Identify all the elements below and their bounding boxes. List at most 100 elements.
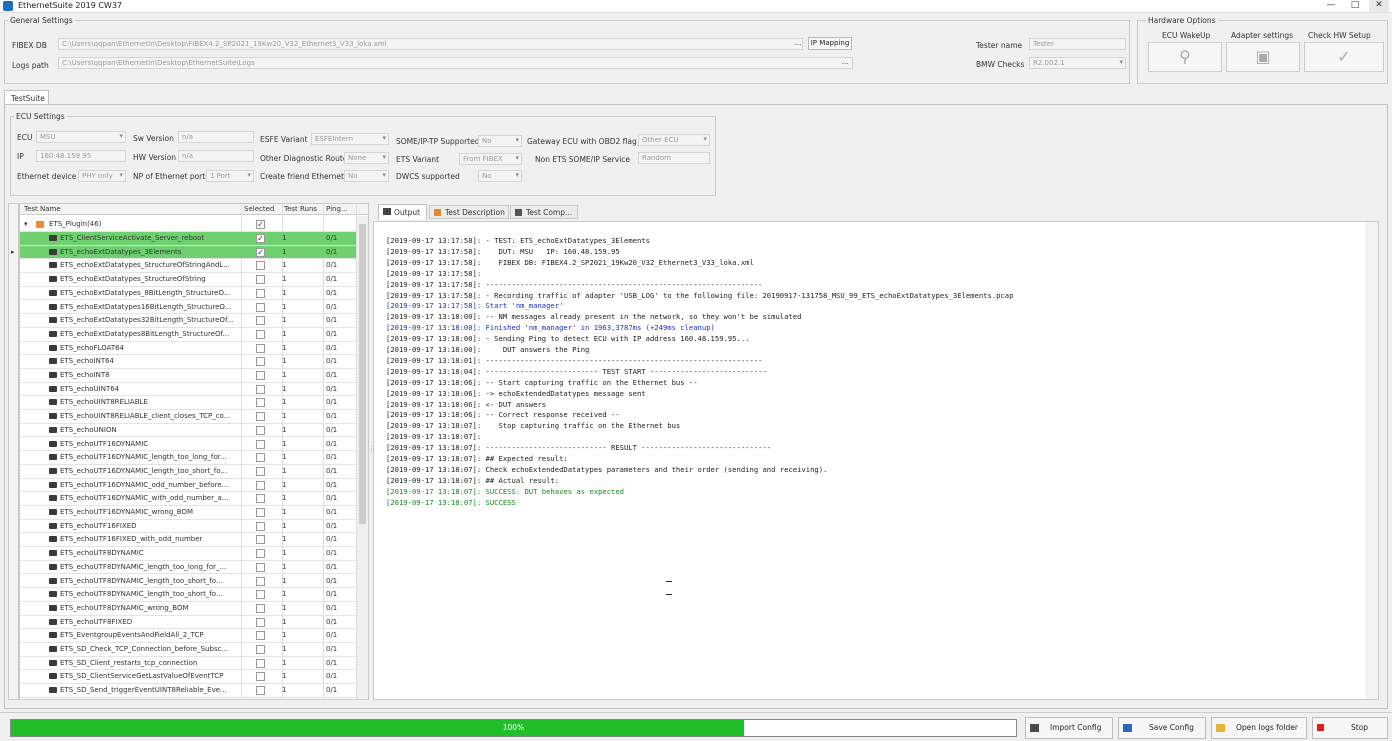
- selected-checkbox[interactable]: [256, 549, 265, 559]
- tab-output[interactable]: Output: [378, 204, 427, 220]
- bmw-checks-select[interactable]: R2.002.1: [1029, 57, 1126, 69]
- table-row[interactable]: ETS_echoUTF8FIXED 1 0/1: [20, 616, 356, 630]
- tab-testsuite[interactable]: TestSuite: [4, 90, 49, 105]
- col-test-name[interactable]: Test Name: [24, 205, 61, 213]
- table-row[interactable]: ETS_echoUTF16FIXED 1 0/1: [20, 520, 356, 534]
- friend-ethernet-select[interactable]: No: [344, 170, 389, 182]
- gateway-ecu-select[interactable]: Other ECU: [638, 134, 710, 146]
- table-row[interactable]: ETS_echoExtDatatypes_8BitLength_Structur…: [20, 287, 356, 301]
- ecu-wakeup-button[interactable]: ⚲: [1148, 42, 1222, 72]
- ethernet-device-select[interactable]: PHY only: [78, 170, 126, 182]
- selected-checkbox[interactable]: [256, 631, 265, 641]
- selected-checkbox[interactable]: [256, 590, 265, 600]
- table-row[interactable]: ETS_echoUINT8RELIABLE 1 0/1: [20, 396, 356, 411]
- logs-path-field[interactable]: C:\Users\qqpan\EthernetIn\Desktop\Ethern…: [58, 57, 853, 69]
- collapse-icon[interactable]: ▾: [24, 220, 28, 228]
- stop-button[interactable]: Stop: [1312, 717, 1388, 739]
- table-row[interactable]: ETS_SD_Send_triggerEventUINT8Reliable_Ev…: [20, 684, 356, 698]
- logs-browse-button[interactable]: ...: [838, 57, 852, 70]
- group-checkbox[interactable]: ✓: [256, 220, 265, 229]
- someip-tp-select[interactable]: No: [478, 135, 522, 147]
- selected-checkbox[interactable]: [256, 316, 265, 326]
- maximize-button[interactable]: □: [1345, 0, 1365, 12]
- selected-checkbox[interactable]: [256, 672, 265, 682]
- selected-checkbox[interactable]: [256, 261, 265, 271]
- selected-checkbox[interactable]: [256, 521, 265, 531]
- selected-checkbox[interactable]: ✓: [256, 247, 265, 257]
- selected-checkbox[interactable]: [256, 686, 265, 696]
- table-row[interactable]: ETS_echoFLOAT64 1 0/1: [20, 342, 356, 356]
- selected-checkbox[interactable]: [256, 275, 265, 285]
- table-row[interactable]: ETS_echoUTF16DYNAMIC_with_odd_number_a..…: [20, 492, 356, 506]
- table-row[interactable]: ETS_echoINT8 1 0/1: [20, 369, 356, 383]
- table-row[interactable]: ETS_echoINT64 1 0/1: [20, 355, 356, 369]
- table-row[interactable]: ETS_echoExtDatatypes8BitLength_Structure…: [20, 328, 356, 342]
- selected-checkbox[interactable]: [256, 439, 265, 449]
- import-config-button[interactable]: Import Config: [1025, 717, 1113, 739]
- selected-checkbox[interactable]: [256, 288, 265, 298]
- diag-route-select[interactable]: None: [344, 152, 389, 164]
- selected-checkbox[interactable]: [256, 645, 265, 654]
- selected-checkbox[interactable]: [256, 384, 265, 394]
- selected-checkbox[interactable]: [256, 466, 265, 476]
- table-row[interactable]: ETS_ClientServiceActivate_Server_reboot ✓…: [20, 232, 356, 246]
- minimize-button[interactable]: —: [1321, 0, 1341, 12]
- tester-name-field[interactable]: Tester: [1029, 38, 1126, 50]
- open-logs-folder-button[interactable]: Open logs folder: [1211, 717, 1307, 739]
- selected-checkbox[interactable]: [256, 343, 265, 353]
- col-test-runs[interactable]: Test Runs: [284, 205, 317, 213]
- col-ping[interactable]: Ping...: [326, 205, 348, 213]
- ip-mapping-button[interactable]: IP Mapping: [808, 37, 852, 50]
- selected-checkbox[interactable]: ✓: [256, 234, 265, 243]
- selected-checkbox[interactable]: [256, 425, 265, 435]
- output-scrollbar[interactable]: [1365, 222, 1378, 699]
- tab-test-comp[interactable]: Test Comp...: [510, 205, 578, 219]
- grid-scrollbar-thumb[interactable]: [359, 224, 366, 524]
- table-row[interactable]: ETS_echoUTF8DYNAMIC_length_too_short_fo.…: [20, 575, 356, 589]
- table-row[interactable]: ETS_echoUINT64 1 0/1: [20, 383, 356, 397]
- table-row[interactable]: ETS_echoUTF8DYNAMIC_length_too_long_for_…: [20, 561, 356, 575]
- ecu-select[interactable]: MSU: [36, 131, 126, 143]
- fibex-browse-button[interactable]: ...: [791, 38, 805, 51]
- table-row[interactable]: ETS_SD_ClientServiceGetLastValueOfEventT…: [20, 670, 356, 685]
- esfe-variant-select[interactable]: ESFEIntern: [311, 133, 389, 145]
- selected-checkbox[interactable]: [256, 508, 265, 517]
- table-row[interactable]: ETS_echoExtDatatypes32BitLength_Structur…: [20, 314, 356, 328]
- selected-checkbox[interactable]: [256, 302, 265, 312]
- selected-checkbox[interactable]: [256, 329, 265, 339]
- hw-version-field[interactable]: n/a: [178, 150, 254, 162]
- selected-checkbox[interactable]: [256, 371, 265, 380]
- close-button[interactable]: ✕: [1369, 0, 1389, 12]
- save-config-button[interactable]: Save Config: [1118, 717, 1206, 739]
- non-ets-field[interactable]: Random: [638, 152, 710, 164]
- table-row[interactable]: ETS_echoExtDatatypes_StructureOfStringAn…: [20, 259, 356, 274]
- selected-checkbox[interactable]: [256, 658, 265, 668]
- table-row[interactable]: ETS_echoUTF16DYNAMIC 1 0/1: [20, 438, 356, 452]
- table-row[interactable]: ETS_SD_Client_restarts_tcp_connection 1 0/…: [20, 657, 356, 671]
- splitter-handle[interactable]: ⋮: [368, 445, 375, 457]
- selected-checkbox[interactable]: [256, 535, 265, 545]
- group-row[interactable]: ▾ ETS_Plugin(46) ✓: [20, 218, 356, 232]
- ip-field[interactable]: 160.48.159.95: [36, 150, 126, 162]
- adapter-settings-button[interactable]: ▣: [1226, 42, 1300, 72]
- ets-variant-select[interactable]: From FIBEX: [459, 153, 522, 165]
- table-row[interactable]: ETS_SD_Check_TCP_Connection_before_Subsc…: [20, 643, 356, 657]
- table-row[interactable]: ETS_echoUTF8DYNAMIC 1 0/1: [20, 547, 356, 561]
- selected-checkbox[interactable]: [256, 357, 265, 367]
- table-row[interactable]: ETS_echoUNION 1 0/1: [20, 424, 356, 438]
- table-row[interactable]: ETS_echoExtDatatypes16BitLength_Structur…: [20, 301, 356, 315]
- table-row[interactable]: ETS_echoUTF8DYNAMIC_length_too_short_fo.…: [20, 588, 356, 602]
- selected-checkbox[interactable]: [256, 562, 265, 572]
- table-row[interactable]: ETS_echoUTF16DYNAMIC_wrong_BOM 1 0/1: [20, 506, 356, 520]
- table-row[interactable]: ETS_echoUINT8RELIABLE_client_closes_TCP_…: [20, 410, 356, 424]
- selected-checkbox[interactable]: [256, 480, 265, 490]
- ports-select[interactable]: 1 Port: [206, 170, 254, 182]
- table-row[interactable]: ETS_echoExtDatatypes_StructureOfString 1 0…: [20, 273, 356, 287]
- fibex-path-field[interactable]: C:\Users\qqpan\EthernetIn\Desktop\FIBEX4…: [58, 38, 803, 50]
- sw-version-field[interactable]: n/a: [178, 131, 254, 143]
- selected-checkbox[interactable]: [256, 453, 265, 463]
- selected-checkbox[interactable]: [256, 617, 265, 627]
- table-row[interactable]: ETS_echoUTF16DYNAMIC_length_too_short_fo…: [20, 465, 356, 479]
- selected-checkbox[interactable]: [256, 603, 265, 613]
- col-selected[interactable]: Selected: [244, 205, 274, 213]
